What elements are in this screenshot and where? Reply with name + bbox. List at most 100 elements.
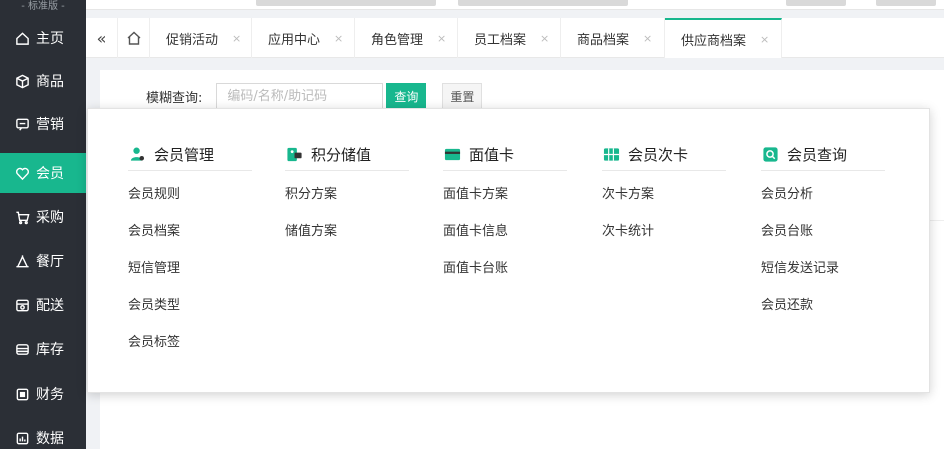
tab-employee-records[interactable]: 员工档案 ×: [458, 18, 561, 58]
column-header: 会员次卡: [602, 139, 726, 171]
heart-icon: [14, 165, 30, 181]
sidebar-item-label: 配送: [36, 298, 64, 314]
sidebar-item-delivery[interactable]: 配送: [0, 285, 86, 325]
header-user: [786, 0, 846, 6]
sidebar-item-label: 商品: [36, 74, 64, 90]
menu-column-value-card: 面值卡 面值卡方案 面值卡信息 面值卡台账: [443, 139, 567, 287]
sidebar-item-home[interactable]: 主页: [0, 18, 86, 58]
search-label: 模糊查询:: [146, 90, 203, 106]
member-mega-menu: 会员管理 会员规则 会员档案 短信管理 会员类型 会员标签 积分储值 积分方案 …: [87, 108, 930, 393]
tab-label: 供应商档案: [681, 33, 747, 49]
tab-app-center[interactable]: 应用中心 ×: [252, 18, 355, 58]
top-header-strip: [86, 0, 944, 10]
menu-item-value-card-plan[interactable]: 面值卡方案: [443, 176, 567, 213]
edition-label: - 标准版 -: [21, 1, 65, 12]
tab-role-management[interactable]: 角色管理 ×: [355, 18, 458, 58]
close-icon[interactable]: ×: [334, 32, 343, 45]
card-icon: [443, 146, 461, 164]
tab-supplier-records[interactable]: 供应商档案 ×: [665, 18, 782, 58]
menu-item-member-rules[interactable]: 会员规则: [128, 176, 252, 213]
menu-item-points-plan[interactable]: 积分方案: [285, 176, 409, 213]
tab-label: 商品档案: [577, 32, 630, 48]
menu-item-member-analysis[interactable]: 会员分析: [761, 176, 885, 213]
home-icon: [14, 30, 30, 46]
points-icon: [285, 146, 303, 164]
sidebar-item-label: 会员: [36, 166, 64, 182]
search-input[interactable]: [216, 83, 384, 109]
collapse-sidebar-button[interactable]: «: [86, 18, 118, 58]
tab-goods-records[interactable]: 商品档案 ×: [561, 18, 665, 58]
close-icon[interactable]: ×: [232, 32, 241, 45]
sidebar-item-label: 营销: [36, 117, 64, 133]
menu-item-member-ledger[interactable]: 会员台账: [761, 213, 885, 250]
home-icon: [127, 31, 140, 45]
menu-item-member-types[interactable]: 会员类型: [128, 287, 252, 324]
menu-item-count-card-stats[interactable]: 次卡统计: [602, 213, 726, 250]
menu-item-stored-value-plan[interactable]: 储值方案: [285, 213, 409, 250]
cart-icon: [14, 209, 30, 225]
sidebar-item-finance[interactable]: 财务: [0, 374, 86, 414]
menu-item-member-tags[interactable]: 会员标签: [128, 324, 252, 361]
header-notice: [458, 0, 628, 6]
tab-label: 角色管理: [371, 32, 424, 48]
member-icon: [128, 146, 146, 164]
close-icon[interactable]: ×: [540, 32, 549, 45]
ticket-icon: [602, 146, 620, 164]
tab-label: 员工档案: [474, 32, 527, 48]
close-icon[interactable]: ×: [760, 33, 769, 46]
menu-column-member-count-card: 会员次卡 次卡方案 次卡统计: [602, 139, 726, 250]
chart-icon: [14, 430, 30, 446]
column-header: 面值卡: [443, 139, 567, 171]
menu-item-sms-management[interactable]: 短信管理: [128, 250, 252, 287]
home-tab-button[interactable]: [118, 18, 150, 58]
sidebar-item-label: 采购: [36, 210, 64, 226]
menu-column-points-stored-value: 积分储值 积分方案 储值方案: [285, 139, 409, 250]
column-title: 会员管理: [154, 146, 215, 164]
tab-label: 应用中心: [268, 32, 321, 48]
menu-item-value-card-ledger[interactable]: 面值卡台账: [443, 250, 567, 287]
sidebar-item-label: 餐厅: [36, 254, 64, 270]
sidebar-item-inventory[interactable]: 库存: [0, 329, 86, 369]
reset-button[interactable]: 重置: [442, 83, 483, 109]
menu-item-member-repayment[interactable]: 会员还款: [761, 287, 885, 324]
cube-icon: [14, 73, 30, 89]
menu-item-value-card-info[interactable]: 面值卡信息: [443, 213, 567, 250]
column-title: 会员查询: [787, 146, 848, 164]
sidebar-item-label: 主页: [36, 31, 64, 47]
header-search-box: [256, 0, 436, 6]
menu-column-member-management: 会员管理 会员规则 会员档案 短信管理 会员类型 会员标签: [128, 139, 252, 361]
sidebar-item-label: 财务: [36, 387, 64, 403]
sidebar: - 标准版 - 主页 商品 营销 会员 采购 餐厅 配送 库存 财务 数据: [0, 0, 86, 449]
wallet-icon: [14, 386, 30, 402]
tab-promotion[interactable]: 促销活动 ×: [150, 18, 252, 58]
sidebar-item-goods[interactable]: 商品: [0, 61, 86, 101]
sidebar-item-purchase[interactable]: 采购: [0, 197, 86, 237]
column-header: 会员查询: [761, 139, 885, 171]
header-logout: [876, 0, 936, 6]
column-header: 会员管理: [128, 139, 252, 171]
close-icon[interactable]: ×: [643, 32, 652, 45]
box-icon: [14, 341, 30, 357]
tab-label: 促销活动: [166, 32, 219, 48]
query-icon: [761, 146, 779, 164]
sidebar-item-data[interactable]: 数据: [0, 418, 86, 449]
column-header: 积分储值: [285, 139, 409, 171]
truck-icon: [14, 297, 30, 313]
chat-icon: [14, 116, 30, 132]
sidebar-item-marketing[interactable]: 营销: [0, 104, 86, 144]
menu-item-member-records[interactable]: 会员档案: [128, 213, 252, 250]
column-title: 会员次卡: [628, 146, 689, 164]
query-button[interactable]: 查询: [386, 83, 427, 109]
sidebar-item-restaurant[interactable]: 餐厅: [0, 241, 86, 281]
sidebar-item-member[interactable]: 会员: [0, 153, 86, 193]
search-bar: 模糊查询: 查询 重置: [146, 83, 483, 109]
tent-icon: [14, 253, 30, 269]
menu-item-count-card-plan[interactable]: 次卡方案: [602, 176, 726, 213]
menu-column-member-query: 会员查询 会员分析 会员台账 短信发送记录 会员还款: [761, 139, 885, 324]
sidebar-item-label: 数据: [36, 431, 64, 447]
menu-item-sms-send-records[interactable]: 短信发送记录: [761, 250, 885, 287]
sidebar-item-label: 库存: [36, 342, 64, 358]
tab-bar: « 促销活动 × 应用中心 × 角色管理 × 员工档案 × 商品档案 × 供应商…: [86, 18, 944, 58]
close-icon[interactable]: ×: [437, 32, 446, 45]
column-title: 面值卡: [469, 146, 515, 164]
